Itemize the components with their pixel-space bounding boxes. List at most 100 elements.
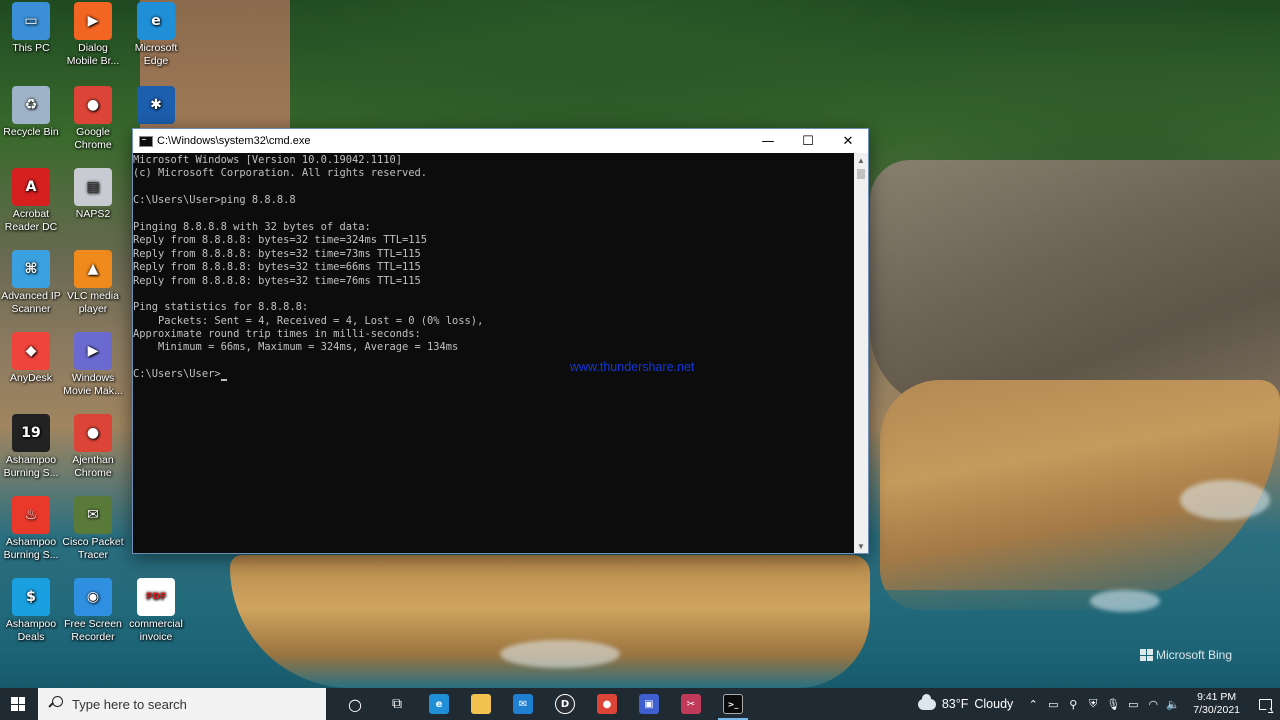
- taskbar-app-task-view[interactable]: ⧉: [376, 688, 418, 720]
- notification-center-button[interactable]: [1250, 688, 1280, 720]
- desktop-icon[interactable]: ✉ Cisco Packet Tracer: [62, 496, 124, 562]
- desktop-icon[interactable]: 19 Ashampoo Burning S...: [0, 414, 62, 480]
- edge-icon: e: [429, 694, 449, 714]
- desktop-icon[interactable]: ● Ajenthan Chrome: [62, 414, 124, 480]
- app-icon: ✱: [137, 86, 175, 124]
- desktop-icon[interactable]: e Microsoft Edge: [125, 2, 187, 68]
- desktop-icon[interactable]: ▶ Dialog Mobile Br...: [62, 2, 124, 68]
- desktop-icon[interactable]: ▤ NAPS2: [62, 168, 124, 221]
- battery-icon[interactable]: ▭: [1123, 688, 1143, 720]
- taskbar-app-snipping[interactable]: ✂: [670, 688, 712, 720]
- desktop-icon-label: AnyDesk: [9, 372, 52, 384]
- chrome-profile-icon: ●: [74, 414, 112, 452]
- cmd-output[interactable]: Microsoft Windows [Version 10.0.19042.11…: [133, 153, 855, 553]
- desktop-icon[interactable]: ♨ Ashampoo Burning S...: [0, 496, 62, 562]
- text-cursor: [220, 378, 227, 381]
- desktop-icon-label: NAPS2: [75, 208, 111, 220]
- clock[interactable]: 9:41 PM 7/30/2021: [1183, 691, 1250, 717]
- taskbar-app-remote-desktop[interactable]: ▣: [628, 688, 670, 720]
- cmd-output-line: [133, 208, 855, 221]
- weather-temp: 83°F: [941, 697, 969, 711]
- chevron-up-icon[interactable]: ⌃: [1023, 688, 1043, 720]
- scanner-icon: ▤: [74, 168, 112, 206]
- desktop-icon[interactable]: ▭ This PC: [0, 2, 62, 55]
- weather-widget[interactable]: 83°F Cloudy: [912, 693, 1023, 711]
- desktop-icon-label: VLC media player: [67, 290, 119, 315]
- clock-time: 9:41 PM: [1197, 691, 1237, 703]
- ashampoo-flame-icon: ♨: [12, 496, 50, 534]
- desktop-icon[interactable]: ◆ AnyDesk: [0, 332, 62, 385]
- desktop-icon-label: Ajenthan Chrome: [72, 454, 114, 479]
- scroll-down-icon[interactable]: ▼: [854, 539, 868, 553]
- taskbar-apps: ○ ⧉ e ✉ D ● ▣ ✂ >_: [334, 688, 754, 720]
- snipping-icon: ✂: [681, 694, 701, 714]
- desktop-icon-label: Windows Movie Mak...: [63, 372, 123, 397]
- taskbar-app-cortana[interactable]: ○: [334, 688, 376, 720]
- cmd-titlebar[interactable]: C:\Windows\system32\cmd.exe — ☐ ✕: [133, 129, 868, 153]
- mail-icon: ✉: [513, 694, 533, 714]
- microphone-icon[interactable]: 🎙: [1103, 688, 1123, 720]
- desktop-icon-label: Acrobat Reader DC: [4, 208, 58, 233]
- cmd-output-line: [133, 355, 855, 368]
- cmd-output-line: [133, 288, 855, 301]
- cmd-output-line: Reply from 8.8.8.8: bytes=32 time=73ms T…: [133, 247, 421, 260]
- tray-icons: ⌃ ▭ ⚲ ⛨ 🎙 ▭ ◠ 🔈: [1023, 688, 1183, 720]
- cmd-output-line: Ping statistics for 8.8.8.8:: [133, 301, 309, 314]
- dell-icon: D: [555, 694, 575, 714]
- vlc-icon: ▲: [74, 250, 112, 288]
- desktop-icon[interactable]: $ Ashampoo Deals: [0, 578, 62, 644]
- wallpaper-foam: [500, 640, 620, 668]
- taskbar-app-cmd[interactable]: >_: [712, 688, 754, 720]
- maximize-button[interactable]: ☐: [788, 129, 828, 153]
- security-icon[interactable]: ⛨: [1083, 688, 1103, 720]
- scroll-thumb[interactable]: [857, 169, 865, 179]
- cmd-prompt-line[interactable]: C:\Users\User>: [133, 368, 855, 381]
- desktop-icon[interactable]: PDF commercial invoice: [125, 578, 187, 644]
- wallpaper-foam: [1090, 590, 1160, 612]
- network-icon: ⌘: [12, 250, 50, 288]
- taskbar-app-mail[interactable]: ✉: [502, 688, 544, 720]
- desktop-icon[interactable]: ▲ VLC media player: [62, 250, 124, 316]
- search-box[interactable]: Type here to search: [38, 688, 326, 720]
- desktop-icon-label: commercial invoice: [129, 618, 183, 643]
- taskbar-app-chrome-profile[interactable]: ●: [586, 688, 628, 720]
- start-button[interactable]: [0, 688, 36, 720]
- wallpaper-foam: [1180, 480, 1270, 520]
- desktop-icon-label: Microsoft Edge: [134, 42, 178, 67]
- wallpaper-cliff: [870, 160, 1280, 410]
- desktop-icon[interactable]: ● Google Chrome: [62, 86, 124, 152]
- cmd-output-line: Reply from 8.8.8.8: bytes=32 time=66ms T…: [133, 261, 421, 274]
- windows-logo-icon: [11, 697, 25, 711]
- movie-maker-icon: ▶: [74, 332, 112, 370]
- cmd-window[interactable]: C:\Windows\system32\cmd.exe — ☐ ✕ Micros…: [132, 128, 869, 554]
- taskbar-app-edge[interactable]: e: [418, 688, 460, 720]
- desktop-icon[interactable]: A Acrobat Reader DC: [0, 168, 62, 234]
- desktop-icon[interactable]: ⌘ Advanced IP Scanner: [0, 250, 62, 316]
- desktop-icon[interactable]: ♻ Recycle Bin: [0, 86, 62, 139]
- desktop-icon[interactable]: ▶ Windows Movie Mak...: [62, 332, 124, 398]
- recycle-bin-icon: ♻: [12, 86, 50, 124]
- acrobat-icon: A: [12, 168, 50, 206]
- task-view-icon: ⧉: [392, 696, 402, 712]
- usb-icon[interactable]: ⚲: [1063, 688, 1083, 720]
- cmd-output-line: Approximate round trip times in milli-se…: [133, 328, 421, 341]
- close-button[interactable]: ✕: [828, 129, 868, 153]
- remote-desktop-icon: ▣: [639, 694, 659, 714]
- taskbar-app-file-explorer[interactable]: [460, 688, 502, 720]
- desktop-icon[interactable]: ✱: [125, 86, 187, 126]
- volume-icon[interactable]: 🔈: [1163, 688, 1183, 720]
- weather-condition: Cloudy: [974, 697, 1014, 711]
- cmd-output-line: Reply from 8.8.8.8: bytes=32 time=76ms T…: [133, 274, 421, 287]
- desktop-icon-label: Ashampoo Deals: [5, 618, 57, 643]
- minimize-button[interactable]: —: [748, 129, 788, 153]
- cmd-output-line: [133, 181, 855, 194]
- chrome-icon: ●: [597, 694, 617, 714]
- dialog-icon: ▶: [74, 2, 112, 40]
- display-icon[interactable]: ▭: [1043, 688, 1063, 720]
- taskbar-app-dell[interactable]: D: [544, 688, 586, 720]
- scroll-up-icon[interactable]: ▲: [854, 153, 868, 167]
- desktop-icon[interactable]: ◉ Free Screen Recorder: [62, 578, 124, 644]
- scrollbar[interactable]: ▲ ▼: [854, 153, 868, 553]
- screen-recorder-icon: ◉: [74, 578, 112, 616]
- wifi-icon[interactable]: ◠: [1143, 688, 1163, 720]
